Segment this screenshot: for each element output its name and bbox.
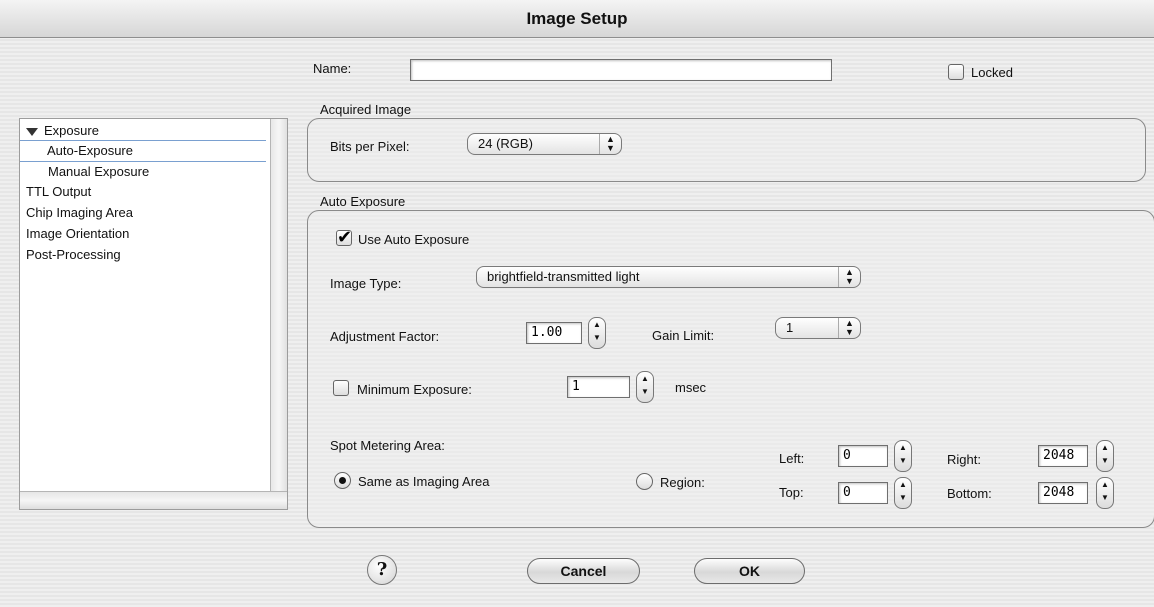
minimum-exposure-stepper[interactable]: ▲ ▼ bbox=[636, 371, 654, 403]
tree-item-label: Image Orientation bbox=[26, 226, 130, 241]
tree-item-chip-imaging-area[interactable]: Chip Imaging Area bbox=[26, 203, 133, 223]
image-type-label: Image Type: bbox=[330, 276, 402, 291]
gain-limit-label: Gain Limit: bbox=[652, 328, 715, 343]
tree-item-label: Chip Imaging Area bbox=[26, 205, 133, 220]
name-field[interactable] bbox=[410, 59, 832, 81]
left-stepper[interactable]: ▲ ▼ bbox=[894, 440, 912, 472]
locked-label: Locked bbox=[971, 65, 1013, 80]
category-list[interactable]: Exposure Auto-Exposure Manual Exposure T… bbox=[19, 118, 288, 510]
right-stepper[interactable]: ▲ ▼ bbox=[1096, 440, 1114, 472]
minimum-exposure-unit: msec bbox=[675, 380, 707, 395]
region-label: Region: bbox=[660, 475, 705, 490]
image-type-popup[interactable]: brightfield-transmitted light ▲ ▼ bbox=[476, 266, 861, 288]
horizontal-scrollbar[interactable] bbox=[20, 491, 287, 509]
left-label: Left: bbox=[779, 451, 805, 466]
locked-checkbox[interactable] bbox=[948, 64, 964, 80]
spot-metering-label: Spot Metering Area: bbox=[330, 438, 445, 453]
name-label: Name: bbox=[313, 61, 352, 76]
stepper-arrows-icon: ▲ ▼ bbox=[1101, 443, 1109, 465]
tree-item-image-orientation[interactable]: Image Orientation bbox=[26, 224, 129, 244]
left-field[interactable] bbox=[838, 445, 888, 467]
vertical-scrollbar[interactable] bbox=[270, 119, 287, 491]
bottom-field[interactable] bbox=[1038, 482, 1088, 504]
tree-item-auto-exposure[interactable]: Auto-Exposure bbox=[20, 140, 266, 162]
bits-per-pixel-popup[interactable]: 24 (RGB) ▲ ▼ bbox=[467, 133, 622, 155]
auto-exposure-title: Auto Exposure bbox=[320, 194, 406, 209]
tree-item-label: Post-Processing bbox=[26, 247, 121, 262]
use-auto-exposure-label: Use Auto Exposure bbox=[358, 232, 470, 247]
tree-item-manual-exposure[interactable]: Manual Exposure bbox=[48, 162, 149, 182]
tree-item-label: Exposure bbox=[44, 123, 99, 138]
adjustment-factor-field[interactable] bbox=[526, 322, 582, 344]
bottom-label: Bottom: bbox=[947, 486, 992, 501]
popup-value: 1 bbox=[786, 320, 794, 335]
bits-per-pixel-label: Bits per Pixel: bbox=[330, 139, 410, 154]
help-icon: ? bbox=[376, 559, 388, 580]
same-as-imaging-area-label: Same as Imaging Area bbox=[358, 474, 490, 489]
gain-limit-popup[interactable]: 1 ▲ ▼ bbox=[775, 317, 861, 339]
popup-value: 24 (RGB) bbox=[478, 136, 533, 151]
tree-item-ttl-output[interactable]: TTL Output bbox=[26, 182, 91, 202]
acquired-image-group bbox=[307, 118, 1146, 182]
top-label: Top: bbox=[779, 485, 804, 500]
bottom-stepper[interactable]: ▲ ▼ bbox=[1096, 477, 1114, 509]
region-radio[interactable] bbox=[636, 473, 653, 490]
window-title: Image Setup bbox=[0, 0, 1154, 38]
minimum-exposure-field[interactable] bbox=[567, 376, 630, 398]
right-label: Right: bbox=[947, 452, 981, 467]
right-field[interactable] bbox=[1038, 445, 1088, 467]
tree-item-label: Auto-Exposure bbox=[47, 143, 133, 158]
adjustment-factor-stepper[interactable]: ▲ ▼ bbox=[588, 317, 606, 349]
top-stepper[interactable]: ▲ ▼ bbox=[894, 477, 912, 509]
stepper-arrows-icon: ▲ ▼ bbox=[641, 374, 649, 396]
tree-item-label: TTL Output bbox=[26, 184, 92, 199]
popup-arrows-icon: ▲ ▼ bbox=[838, 267, 860, 287]
disclosure-triangle-icon[interactable] bbox=[26, 127, 38, 136]
stepper-arrows-icon: ▲ ▼ bbox=[899, 480, 907, 502]
stepper-arrows-icon: ▲ ▼ bbox=[593, 320, 601, 342]
tree-item-label: Manual Exposure bbox=[48, 164, 150, 179]
popup-value: brightfield-transmitted light bbox=[487, 269, 640, 284]
popup-arrows-icon: ▲ ▼ bbox=[599, 134, 621, 154]
stepper-arrows-icon: ▲ ▼ bbox=[899, 443, 907, 465]
stepper-arrows-icon: ▲ ▼ bbox=[1101, 480, 1109, 502]
same-as-imaging-area-radio[interactable] bbox=[334, 472, 351, 489]
popup-arrows-icon: ▲ ▼ bbox=[838, 318, 860, 338]
tree-item-post-processing[interactable]: Post-Processing bbox=[26, 245, 121, 265]
ok-button[interactable]: OK bbox=[694, 558, 805, 584]
top-field[interactable] bbox=[838, 482, 888, 504]
cancel-button[interactable]: Cancel bbox=[527, 558, 640, 584]
minimum-exposure-checkbox[interactable] bbox=[333, 380, 349, 396]
acquired-image-title: Acquired Image bbox=[320, 102, 412, 117]
tree-item-exposure[interactable]: Exposure bbox=[26, 121, 99, 141]
help-button[interactable]: ? bbox=[367, 555, 397, 585]
use-auto-exposure-checkbox[interactable] bbox=[336, 227, 352, 248]
adjustment-factor-label: Adjustment Factor: bbox=[330, 329, 440, 344]
minimum-exposure-label: Minimum Exposure: bbox=[357, 382, 472, 397]
